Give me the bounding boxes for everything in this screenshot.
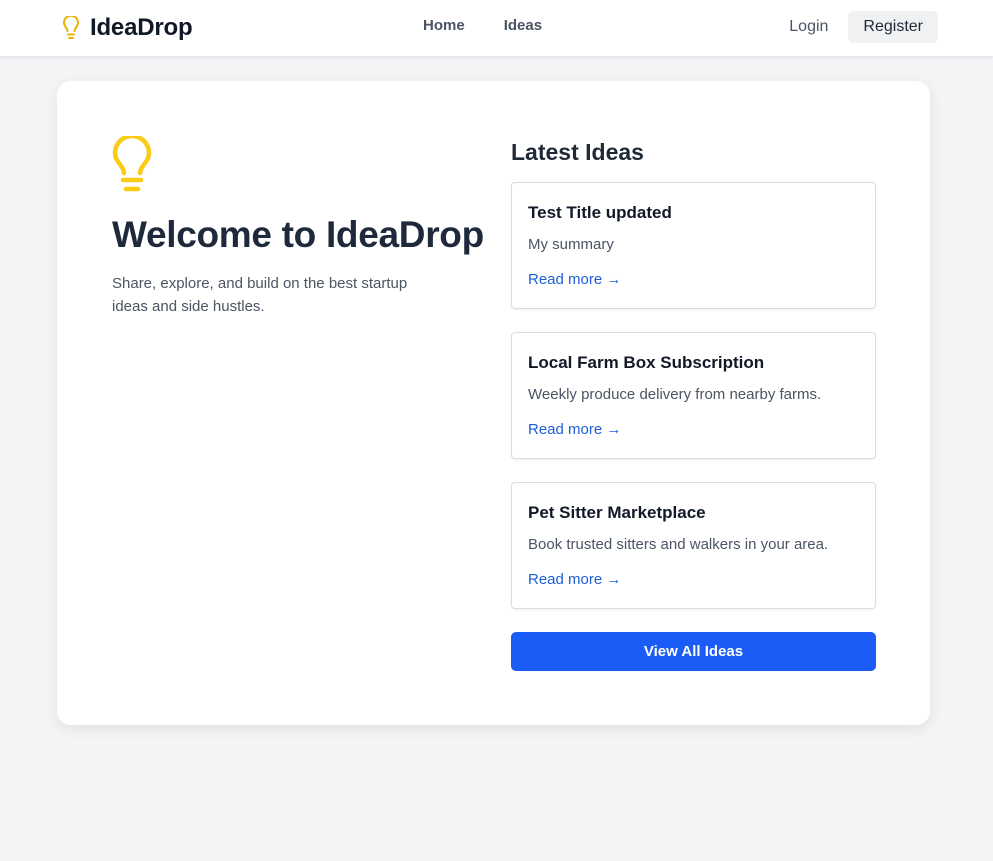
- main-nav: Home Ideas: [423, 17, 542, 34]
- read-more-link[interactable]: Read more →: [528, 270, 621, 290]
- view-all-ideas-button[interactable]: View All Ideas: [511, 632, 876, 671]
- top-navbar: IdeaDrop Home Ideas Login Register: [0, 0, 993, 57]
- idea-card: Pet Sitter Marketplace Book trusted sitt…: [511, 482, 876, 609]
- read-more-link[interactable]: Read more →: [528, 570, 621, 590]
- idea-list: Test Title updated My summary Read more …: [511, 182, 876, 609]
- idea-summary: My summary: [528, 236, 614, 253]
- login-link[interactable]: Login: [789, 18, 828, 36]
- idea-title: Test Title updated: [528, 203, 672, 222]
- hero-section: Welcome to IdeaDrop Share, explore, and …: [112, 136, 484, 318]
- idea-summary: Weekly produce delivery from nearby farm…: [528, 386, 822, 403]
- idea-title: Pet Sitter Marketplace: [528, 503, 706, 522]
- idea-card: Local Farm Box Subscription Weekly produ…: [511, 332, 876, 459]
- lightbulb-icon: [62, 16, 80, 40]
- brand-logo-link[interactable]: IdeaDrop: [62, 13, 193, 43]
- main-card: Welcome to IdeaDrop Share, explore, and …: [57, 81, 930, 725]
- read-more-link[interactable]: Read more →: [528, 420, 621, 440]
- auth-actions: Login Register: [789, 11, 938, 43]
- nav-link-home[interactable]: Home: [423, 17, 465, 34]
- hero-subtitle: Share, explore, and build on the best st…: [112, 275, 408, 315]
- page-title: Welcome to IdeaDrop: [112, 214, 484, 255]
- register-button[interactable]: Register: [848, 11, 938, 43]
- brand-name: IdeaDrop: [90, 14, 193, 41]
- idea-card: Test Title updated My summary Read more …: [511, 182, 876, 309]
- latest-ideas-section: Latest Ideas Test Title updated My summa…: [511, 137, 876, 671]
- latest-ideas-heading: Latest Ideas: [511, 139, 644, 165]
- idea-summary: Book trusted sitters and walkers in your…: [528, 536, 829, 553]
- lightbulb-icon: [112, 136, 482, 196]
- nav-link-ideas[interactable]: Ideas: [504, 17, 542, 34]
- idea-title: Local Farm Box Subscription: [528, 353, 765, 372]
